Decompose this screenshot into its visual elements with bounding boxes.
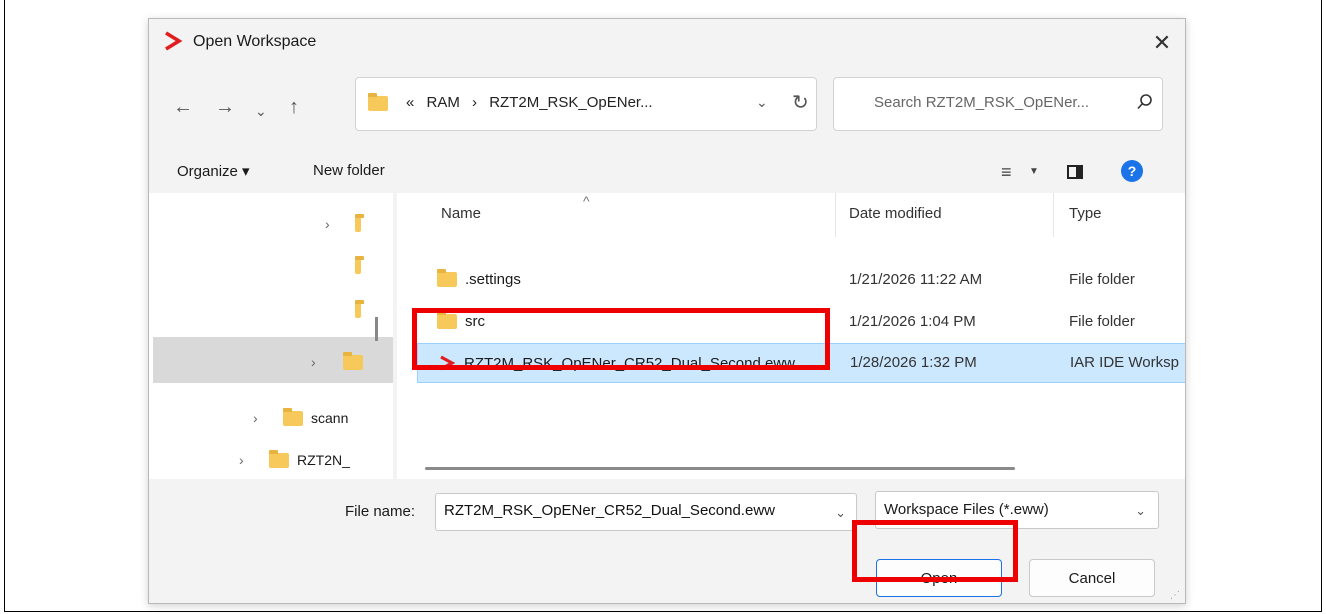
folder-icon [355, 213, 364, 232]
refresh-icon[interactable]: ↻ [792, 90, 809, 115]
file-name-combobox[interactable]: ⌄ [435, 493, 857, 531]
nav-item[interactable] [355, 297, 364, 323]
chevron-right-icon[interactable]: › [253, 410, 267, 426]
nav-item[interactable] [355, 253, 364, 279]
breadcrumb: « RAM › RZT2M_RSK_OpENer... [406, 94, 661, 111]
recent-locations-chevron-icon[interactable]: ⌄ [255, 101, 267, 121]
nav-item[interactable]: › [311, 349, 363, 375]
folder-icon [368, 93, 388, 115]
column-header-name[interactable]: Name [441, 205, 481, 222]
sort-ascending-icon: ^ [583, 193, 590, 209]
search-input[interactable]: Search RZT2M_RSK_OpENer... [874, 94, 1089, 111]
navigation-pane: › › › scann › RZT2N_ [149, 193, 393, 479]
folder-icon [355, 299, 364, 318]
address-bar[interactable]: « RAM › RZT2M_RSK_OpENer... ⌄ ↻ [355, 77, 817, 131]
nav-item[interactable]: › [325, 211, 364, 237]
folder-icon [437, 269, 457, 287]
column-divider[interactable] [835, 193, 836, 237]
breadcrumb-item[interactable]: RAM [427, 94, 460, 111]
chevron-right-icon[interactable]: › [239, 452, 253, 468]
view-dropdown-icon[interactable]: ▼ [1029, 166, 1039, 177]
help-icon[interactable]: ? [1121, 160, 1143, 182]
column-header-type[interactable]: Type [1069, 205, 1102, 222]
breadcrumb-separator: › [472, 94, 478, 111]
breadcrumb-item[interactable]: RZT2M_RSK_OpENer... [489, 94, 652, 111]
column-header-date[interactable]: Date modified [849, 205, 942, 222]
file-name-area: File name: ⌄ Workspace Files (*.eww) ⌄ O… [149, 479, 1185, 603]
nav-item-scann[interactable]: › scann [253, 405, 348, 431]
highlight-open-button [852, 520, 1018, 582]
address-dropdown-icon[interactable]: ⌄ [756, 94, 768, 111]
nav-scrollbar[interactable] [375, 317, 378, 341]
chevron-down-icon[interactable]: ⌄ [835, 505, 846, 521]
forward-arrow-icon[interactable]: → [215, 97, 235, 117]
preview-pane-icon[interactable] [1067, 165, 1083, 179]
folder-icon [355, 255, 364, 274]
iar-logo-icon [165, 31, 183, 51]
highlight-selected-file [412, 308, 830, 370]
cancel-button[interactable]: Cancel [1029, 559, 1155, 597]
up-arrow-icon[interactable]: ↑ [289, 97, 299, 117]
back-arrow-icon[interactable]: ← [173, 97, 193, 117]
file-name-field[interactable] [442, 501, 822, 520]
new-folder-button[interactable]: New folder [313, 162, 385, 179]
view-options-icon[interactable]: ≡ [1001, 162, 1012, 183]
chevron-down-icon[interactable]: ⌄ [1135, 503, 1146, 519]
folder-icon [343, 351, 363, 370]
organize-button[interactable]: Organize ▾ [177, 162, 250, 180]
search-box[interactable]: Search RZT2M_RSK_OpENer... [833, 77, 1163, 131]
chevron-right-icon[interactable]: › [325, 216, 339, 232]
search-icon [1137, 94, 1152, 110]
title-bar: Open Workspace ✕ [149, 19, 1185, 69]
command-bar: Organize ▾ New folder ≡ ▼ ? [149, 152, 1185, 192]
close-button[interactable]: ✕ [1139, 23, 1185, 63]
breadcrumb-overflow[interactable]: « [406, 94, 414, 111]
folder-icon [283, 407, 303, 426]
file-row[interactable]: .settings 1/21/2026 11:22 AM File folder [417, 261, 1185, 301]
column-divider[interactable] [1053, 193, 1054, 237]
file-name-label: File name: [345, 503, 416, 520]
horizontal-scrollbar[interactable] [425, 467, 1015, 470]
file-type-value: Workspace Files (*.eww) [884, 501, 1049, 518]
folder-icon [269, 449, 289, 468]
dialog-title: Open Workspace [193, 33, 317, 50]
nav-item-rzt2n[interactable]: › RZT2N_ [239, 447, 350, 473]
chevron-right-icon[interactable]: › [311, 354, 325, 370]
resize-grip-icon[interactable]: ⋰ [1170, 590, 1181, 601]
